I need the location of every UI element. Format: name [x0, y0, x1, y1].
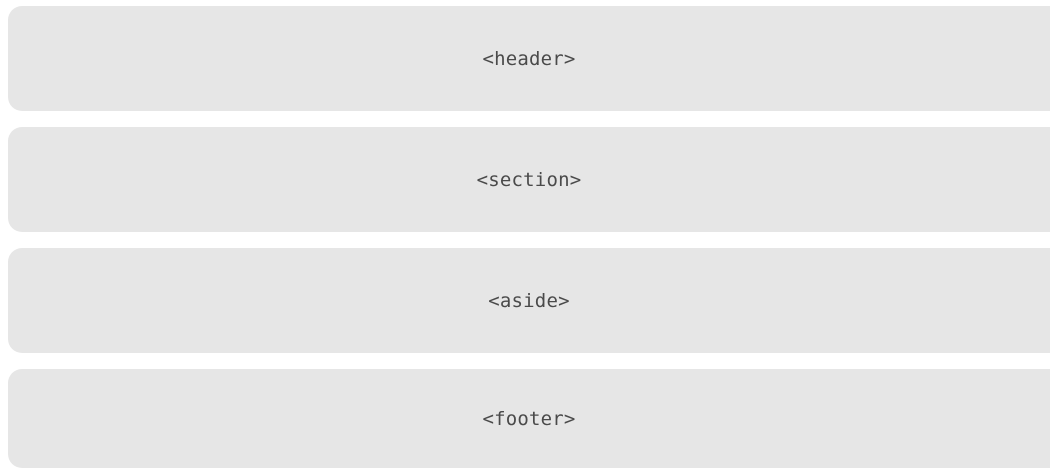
section-block: <section> — [8, 127, 1050, 232]
aside-block-label: <aside> — [488, 289, 570, 312]
section-block-label: <section> — [476, 168, 582, 191]
aside-block: <aside> — [8, 248, 1050, 353]
layout-diagram: <header> <section> <aside> <footer> — [8, 6, 1050, 468]
footer-block-label: <footer> — [482, 407, 576, 430]
header-block-label: <header> — [482, 47, 576, 70]
header-block: <header> — [8, 6, 1050, 111]
footer-block: <footer> — [8, 369, 1050, 468]
